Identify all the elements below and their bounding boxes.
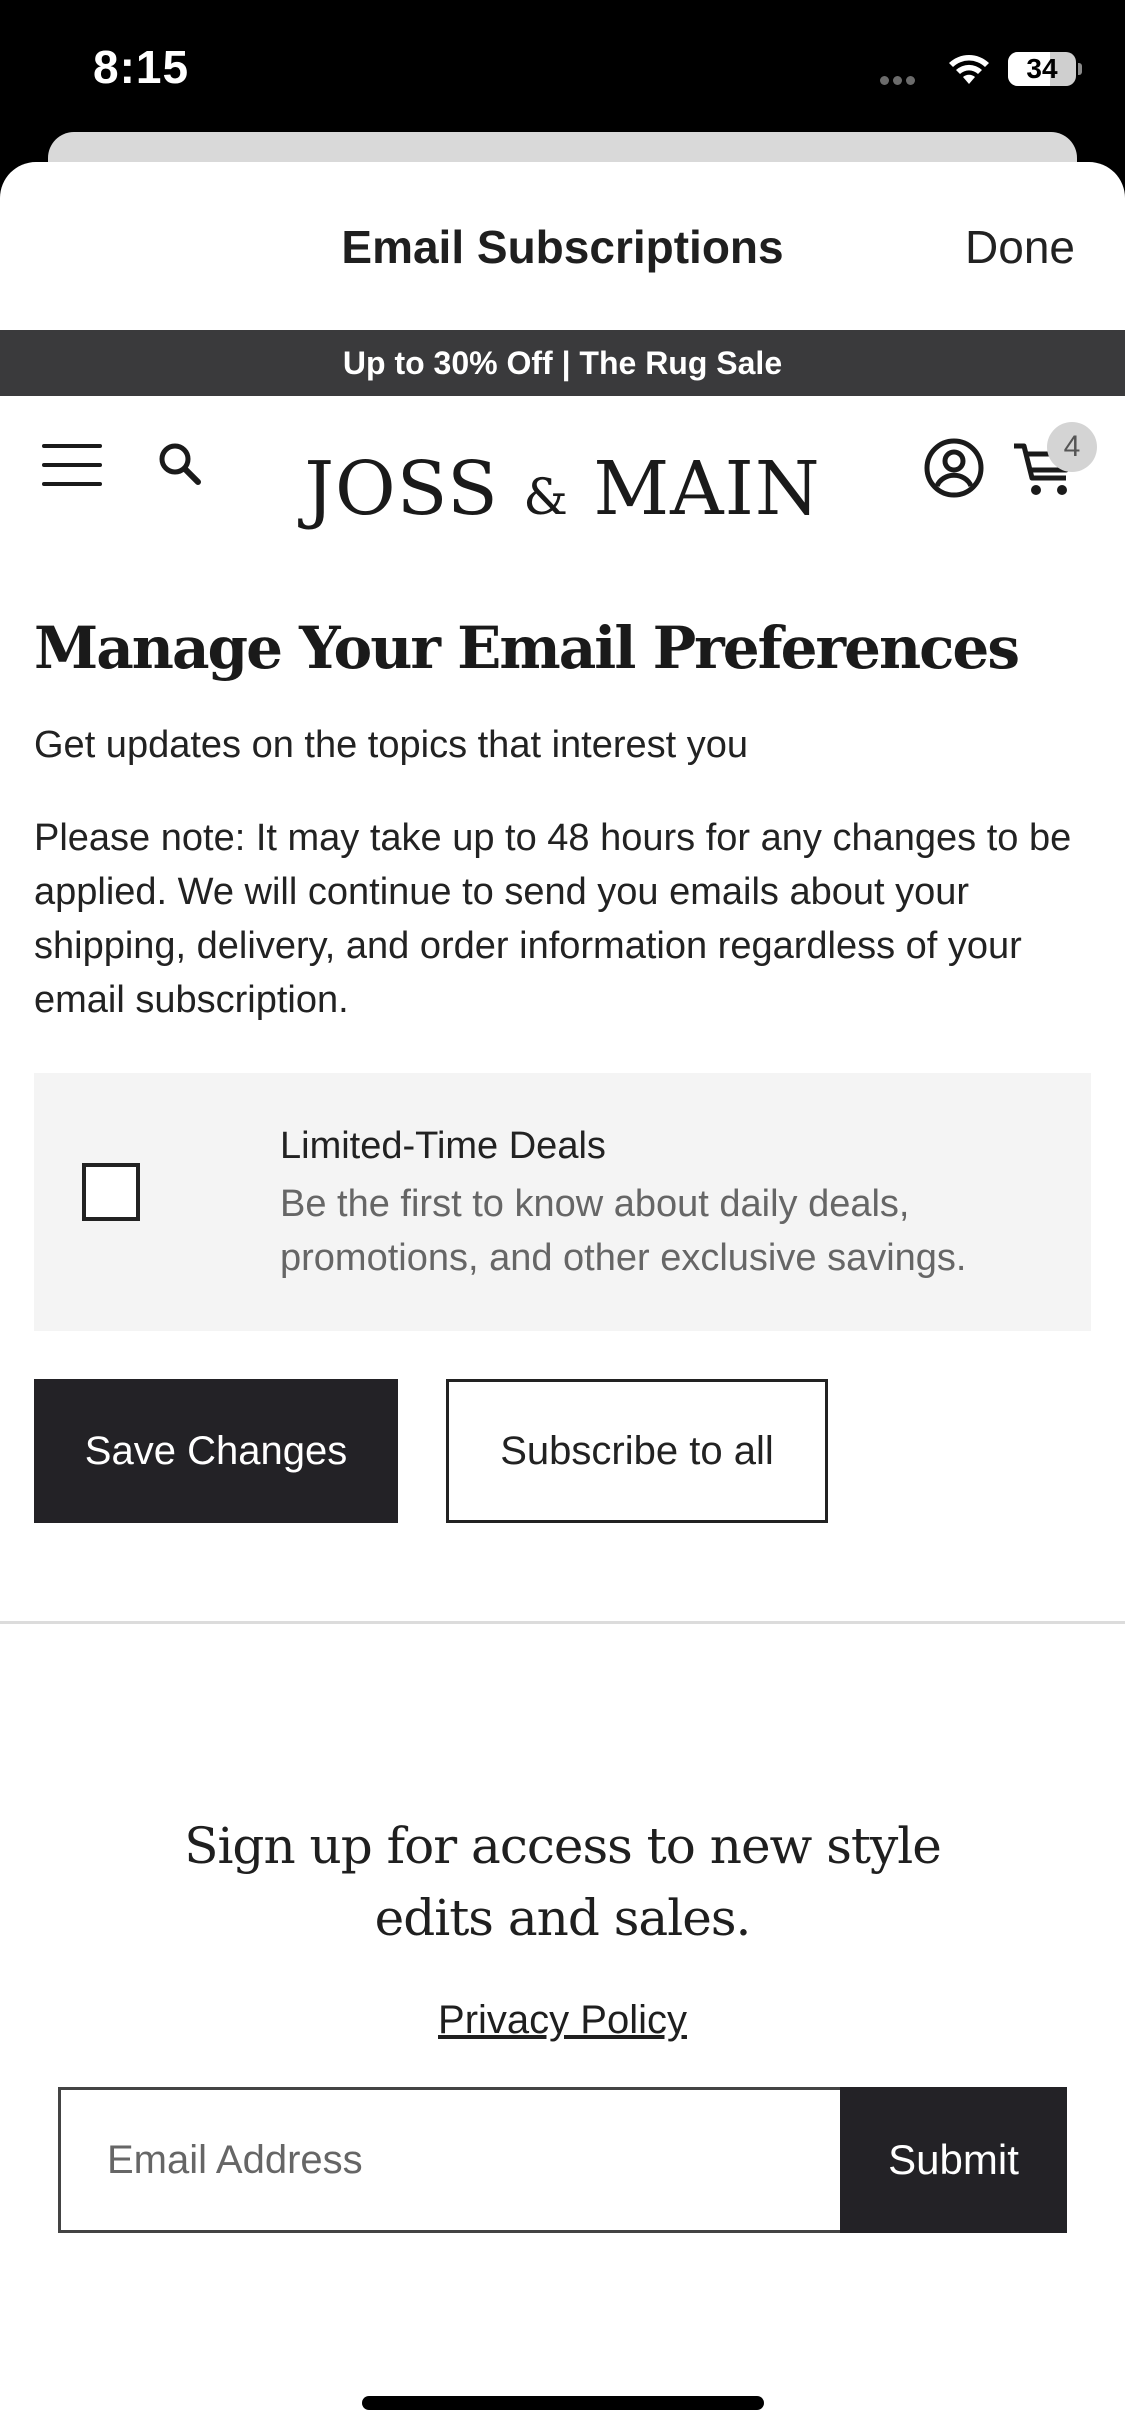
submit-button[interactable]: Submit: [840, 2087, 1067, 2233]
sheet-title: Email Subscriptions: [341, 221, 784, 273]
preference-description: Be the first to know about daily deals, …: [280, 1183, 967, 1279]
battery-icon: 34: [1008, 52, 1076, 86]
email-input[interactable]: [58, 2087, 840, 2233]
preference-item: Limited-Time Deals Be the first to know …: [34, 1073, 1091, 1331]
promo-banner[interactable]: Up to 30% Off | The Rug Sale: [0, 330, 1125, 396]
sheet-header: Email Subscriptions Done: [0, 162, 1125, 330]
done-button[interactable]: Done: [965, 220, 1075, 274]
status-time: 8:15: [93, 41, 190, 93]
preference-label: Limited-Time Deals: [280, 1125, 606, 1167]
signup-heading: Sign up for access to new style edits an…: [184, 1817, 942, 1947]
brand-logo-left: JOSS: [304, 446, 499, 532]
page-title: Manage Your Email Preferences: [34, 614, 1020, 682]
modal-sheet: Email Subscriptions Done Up to 30% Off |…: [0, 162, 1125, 2436]
account-icon[interactable]: [922, 436, 986, 500]
action-buttons: Save Changes Subscribe to all: [34, 1379, 1091, 1523]
preference-checkbox[interactable]: [82, 1163, 140, 1221]
page-subtitle: Get updates on the topics that interest …: [34, 724, 749, 766]
subscribe-all-button[interactable]: Subscribe to all: [446, 1379, 828, 1523]
brand-logo-amp: &: [523, 468, 569, 526]
page-note: Please note: It may take up to 48 hours …: [34, 817, 1072, 1021]
signal-icon: [880, 72, 920, 85]
section-divider: [0, 1621, 1125, 1624]
home-indicator[interactable]: [362, 2396, 764, 2410]
site-nav: JOSS & MAIN 4: [0, 396, 1125, 532]
battery-nub: [1078, 63, 1082, 75]
privacy-policy-link[interactable]: Privacy Policy: [0, 1998, 1125, 2043]
email-signup-form: Submit: [58, 2087, 1067, 2233]
save-changes-button[interactable]: Save Changes: [34, 1379, 398, 1523]
brand-logo-right: MAIN: [593, 446, 821, 532]
main-content: Manage Your Email Preferences Get update…: [0, 614, 1125, 1523]
status-bar: 8:15 34: [0, 0, 1125, 140]
wifi-icon: [949, 55, 989, 84]
cart-count-badge: 4: [1047, 422, 1097, 472]
battery-level: 34: [1026, 53, 1058, 84]
